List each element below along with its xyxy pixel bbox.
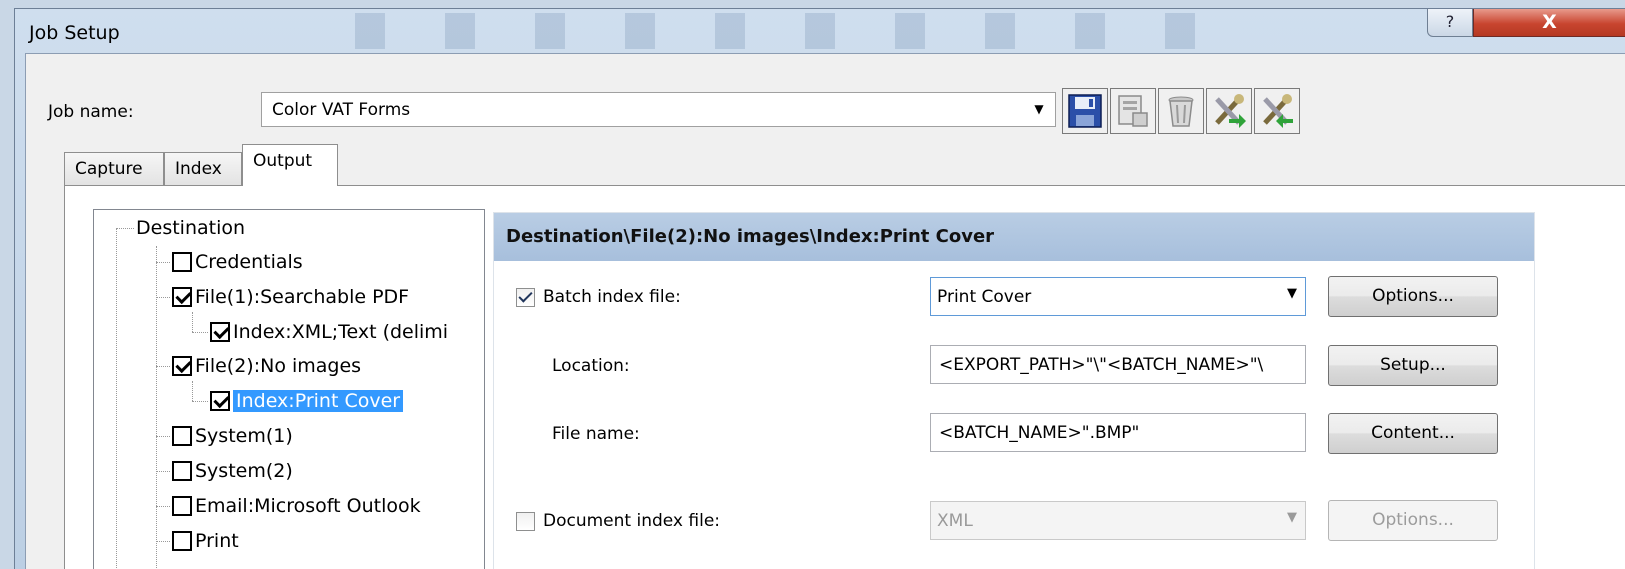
help-button[interactable]: ? xyxy=(1427,9,1473,37)
tree-connector xyxy=(192,312,193,332)
batch-options-button[interactable]: Options... xyxy=(1328,276,1498,317)
tree-item-print[interactable]: Print xyxy=(172,526,239,556)
tree-connector xyxy=(116,228,134,229)
output-tab-panel: Destination Credentials File(1):Searchab… xyxy=(64,185,1625,569)
tree-item-label: System(1) xyxy=(195,425,293,447)
tree-connector xyxy=(156,366,170,367)
import-job-button[interactable] xyxy=(1206,88,1252,134)
tree-connector xyxy=(156,297,170,298)
location-setup-button[interactable]: Setup... xyxy=(1328,345,1498,386)
tree-root-destination[interactable]: Destination xyxy=(136,213,245,243)
tree-item-file1[interactable]: File(1):Searchable PDF xyxy=(172,282,409,312)
job-name-label: Job name: xyxy=(48,102,134,122)
tree-connector xyxy=(192,381,193,401)
tree-connector xyxy=(156,262,170,263)
job-setup-window: Job Setup ? X Job name: Color VAT Forms … xyxy=(14,8,1625,569)
tree-item-label: File(2):No images xyxy=(195,355,362,377)
job-name-combobox[interactable]: Color VAT Forms ▼ xyxy=(261,92,1056,127)
tree-item-label-selected: Index:Print Cover xyxy=(233,390,404,412)
document-index-checkbox[interactable] xyxy=(516,511,535,531)
tree-item-label: Index:XML;Text (delimi xyxy=(233,321,449,343)
title-bar-decoration xyxy=(315,13,1215,49)
import-tools-icon xyxy=(1215,94,1246,128)
tree-connector xyxy=(156,246,157,569)
tree-item-index-print-cover[interactable]: Index:Print Cover xyxy=(210,386,404,416)
destination-tree[interactable]: Destination Credentials File(1):Searchab… xyxy=(93,209,485,569)
tree-connector xyxy=(116,228,117,569)
tree-root-label: Destination xyxy=(136,217,246,239)
tree-item-label: System(2) xyxy=(195,460,293,482)
tree-connector xyxy=(192,332,208,333)
tree-checkbox[interactable] xyxy=(172,252,192,272)
dialog-client-area: Job name: Color VAT Forms ▼ Capture Inde… xyxy=(25,53,1625,569)
batch-index-label: Batch index file: xyxy=(543,287,681,307)
batch-index-checkbox[interactable] xyxy=(516,287,535,307)
chevron-down-icon[interactable]: ▼ xyxy=(1026,96,1052,123)
delete-job-button[interactable] xyxy=(1158,88,1204,134)
batch-index-combobox[interactable]: Print Cover ▼ xyxy=(930,277,1306,316)
tree-item-credentials[interactable]: Credentials xyxy=(172,247,303,277)
tree-item-label: Print xyxy=(195,530,239,552)
location-label: Location: xyxy=(552,356,630,376)
tree-item-system2[interactable]: System(2) xyxy=(172,456,293,486)
tree-item-file2[interactable]: File(2):No images xyxy=(172,351,361,381)
save-icon xyxy=(1068,94,1102,128)
title-bar[interactable]: Job Setup ? X xyxy=(15,9,1625,53)
delete-icon xyxy=(1168,96,1194,127)
batch-index-checkbox-row[interactable]: Batch index file: xyxy=(516,287,681,307)
document-options-button[interactable]: Options... xyxy=(1328,500,1498,541)
tree-connector xyxy=(156,471,170,472)
file-name-label: File name: xyxy=(552,424,640,444)
tree-connector xyxy=(192,401,208,402)
tree-checkbox[interactable] xyxy=(210,322,230,342)
close-button[interactable]: X xyxy=(1473,9,1625,37)
chevron-down-icon[interactable]: ▼ xyxy=(1287,286,1297,301)
tree-checkbox[interactable] xyxy=(172,426,192,446)
tree-item-label: Email:Microsoft Outlook xyxy=(195,495,421,517)
document-index-checkbox-row[interactable]: Document index file: xyxy=(516,511,720,531)
window-title: Job Setup xyxy=(29,22,120,44)
tree-item-label: Credentials xyxy=(195,251,303,273)
tree-connector xyxy=(156,506,170,507)
tree-connector xyxy=(156,541,170,542)
properties-icon xyxy=(1118,95,1148,127)
tree-item-system1[interactable]: System(1) xyxy=(172,421,293,451)
job-name-value: Color VAT Forms xyxy=(272,100,411,120)
tree-item-label: File(1):Searchable PDF xyxy=(195,286,410,308)
tree-checkbox[interactable] xyxy=(172,461,192,481)
index-settings-panel: Destination\File(2):No images\Index:Prin… xyxy=(493,212,1535,569)
tab-output[interactable]: Output xyxy=(242,144,338,186)
job-properties-button[interactable] xyxy=(1110,88,1156,134)
tab-capture[interactable]: Capture xyxy=(64,152,164,185)
chevron-down-icon[interactable]: ▼ xyxy=(1287,510,1297,525)
tree-item-email[interactable]: Email:Microsoft Outlook xyxy=(172,491,421,521)
location-input[interactable]: <EXPORT_PATH>"\"<BATCH_NAME>"\ xyxy=(930,345,1306,384)
document-index-label: Document index file: xyxy=(543,511,721,531)
tree-connector xyxy=(156,436,170,437)
batch-index-value: Print Cover xyxy=(937,287,1032,307)
tree-item-index-xml[interactable]: Index:XML;Text (delimi xyxy=(210,317,448,347)
tree-checkbox[interactable] xyxy=(210,391,230,411)
tab-index[interactable]: Index xyxy=(164,152,242,185)
file-name-content-button[interactable]: Content... xyxy=(1328,413,1498,454)
file-name-input[interactable]: <BATCH_NAME>".BMP" xyxy=(930,413,1306,452)
tree-checkbox[interactable] xyxy=(172,287,192,307)
tree-checkbox[interactable] xyxy=(172,531,192,551)
export-tools-icon xyxy=(1263,94,1293,128)
tree-checkbox[interactable] xyxy=(172,356,192,376)
section-header: Destination\File(2):No images\Index:Prin… xyxy=(494,213,1534,261)
export-job-button[interactable] xyxy=(1254,88,1300,134)
document-index-value: XML xyxy=(937,511,973,531)
tree-checkbox[interactable] xyxy=(172,496,192,516)
document-index-combobox[interactable]: XML ▼ xyxy=(930,501,1306,540)
save-job-button[interactable] xyxy=(1062,88,1108,134)
